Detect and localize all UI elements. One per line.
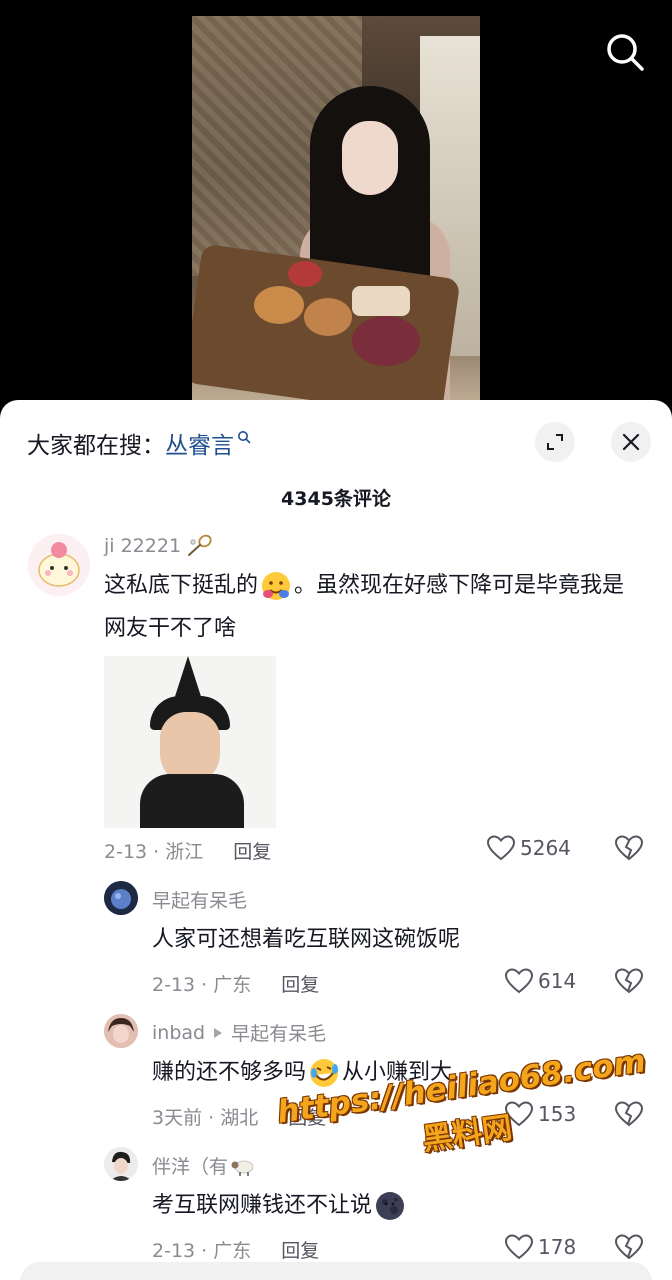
video-person-face — [342, 121, 398, 195]
comment-sheet-header: 大家都在搜： 丛睿言 — [0, 400, 672, 472]
badminton-racket-icon — [188, 534, 212, 556]
comment-image[interactable] — [104, 656, 276, 828]
video-pastry — [352, 286, 410, 316]
close-icon — [622, 433, 640, 451]
comment-meta: 2-13 · 广东 回复 — [152, 970, 319, 997]
dark-moon-face-emoji — [376, 1192, 405, 1220]
expand-button[interactable] — [535, 422, 575, 462]
mini-search-icon — [238, 431, 251, 444]
comment-username[interactable]: 伴洋（有 — [152, 1152, 256, 1179]
avatar[interactable] — [104, 1147, 138, 1181]
like-button[interactable]: 178 — [504, 1233, 576, 1261]
hugging-face-emoji — [262, 572, 291, 600]
screen: 大家都在搜： 丛睿言 4345条评论 ji 22221 这私底下挺乱的 。虽然现… — [0, 0, 672, 1280]
comment-date-location: 2-13 · 广东 — [152, 1240, 252, 1262]
reply-arrow-icon — [214, 1027, 223, 1038]
heart-icon — [504, 968, 534, 994]
reply-button[interactable]: 回复 — [281, 970, 319, 997]
reply-button[interactable]: 回复 — [281, 1236, 319, 1263]
comment-username[interactable]: ji 22221 — [104, 534, 213, 558]
avatar[interactable] — [104, 881, 138, 915]
comment-text: 人家可还想着吃互联网这碗饭呢 — [152, 927, 461, 952]
comment-date-location: 2-13 · 浙江 — [104, 841, 204, 863]
comment-date-location: 3天前 · 湖北 — [152, 1107, 259, 1129]
comment-username[interactable]: 早起有呆毛 — [152, 886, 247, 913]
rolling-on-floor-laughing-emoji — [310, 1059, 339, 1087]
broken-heart-icon — [614, 835, 644, 861]
like-count: 5264 — [520, 836, 571, 860]
comment-text: 考互联网赚钱还不让说 — [152, 1184, 632, 1227]
comment-meta: 2-13 · 广东 回复 — [152, 1236, 319, 1263]
dislike-button[interactable] — [614, 1233, 644, 1265]
heart-icon — [504, 1234, 534, 1260]
image-suit — [140, 774, 244, 828]
comment-input-bar[interactable] — [20, 1262, 652, 1280]
sheep-icon — [231, 1160, 254, 1176]
hot-search-keyword[interactable]: 丛睿言 — [165, 426, 234, 460]
dislike-button[interactable] — [614, 834, 644, 866]
like-count: 614 — [538, 969, 577, 993]
like-button[interactable]: 614 — [504, 967, 576, 995]
comment-username[interactable]: inbad 早起有呆毛 — [152, 1019, 326, 1046]
comment-text: 这私底下挺乱的 。虽然现在好感下降可是毕竟我是网友干不了啥 — [104, 564, 634, 650]
comment-meta: 2-13 · 浙江 回复 — [104, 837, 271, 864]
video-player[interactable] — [192, 16, 480, 416]
broken-heart-icon — [614, 1234, 644, 1260]
heart-icon — [486, 835, 516, 861]
video-pastry — [254, 286, 304, 324]
avatar[interactable] — [28, 534, 90, 596]
reply-to-username: 早起有呆毛 — [231, 1023, 327, 1045]
video-pastry — [288, 261, 322, 287]
hot-search-suggestion[interactable]: 大家都在搜： 丛睿言 — [27, 426, 251, 460]
dislike-button[interactable] — [614, 967, 644, 999]
comment-count: 4345条评论 — [281, 488, 391, 510]
broken-heart-icon — [614, 968, 644, 994]
comment-date-location: 2-13 · 广东 — [152, 974, 252, 996]
avatar[interactable] — [104, 1014, 138, 1048]
video-pastry — [304, 298, 352, 336]
like-count: 178 — [538, 1235, 577, 1259]
like-button[interactable]: 5264 — [486, 834, 571, 862]
hot-search-label: 大家都在搜： — [27, 433, 165, 459]
search-icon[interactable] — [602, 30, 648, 76]
expand-icon — [547, 434, 563, 450]
reply-button[interactable]: 回复 — [233, 837, 271, 864]
close-button[interactable] — [611, 422, 651, 462]
video-pastry — [352, 316, 420, 366]
